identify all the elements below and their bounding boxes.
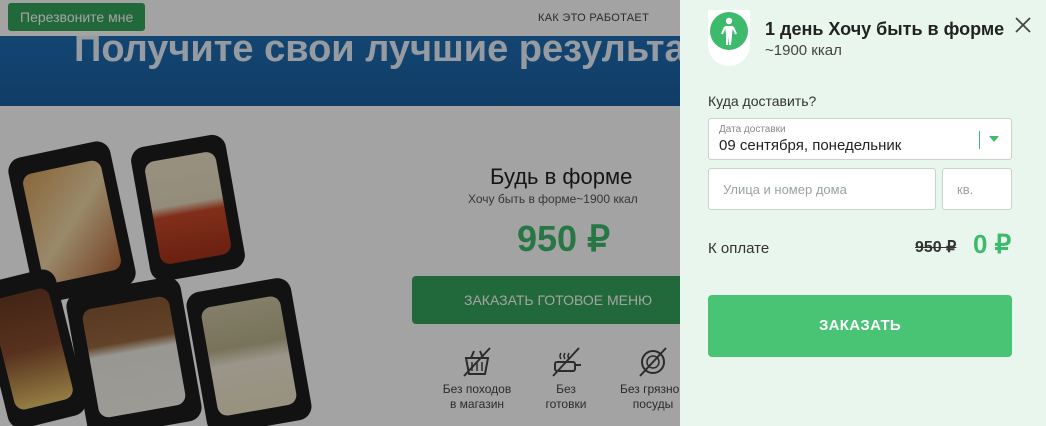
modal-overlay[interactable]	[0, 0, 680, 426]
order-button[interactable]: ЗАКАЗАТЬ	[708, 295, 1012, 357]
panel-kcal: ~1900 ккал	[765, 42, 842, 59]
select-separator	[979, 131, 980, 149]
delivery-date-select[interactable]: Дата доставки 09 сентября, понедельник	[708, 118, 1012, 160]
order-side-panel: 1 день Хочу быть в форме ~1900 ккал Куда…	[680, 0, 1046, 426]
old-price: 950 ₽	[915, 239, 957, 256]
apartment-input[interactable]	[942, 168, 1012, 210]
payment-label: К оплате	[708, 240, 770, 257]
chevron-down-icon[interactable]	[989, 136, 999, 142]
delivery-date-value: 09 сентября, понедельник	[719, 137, 902, 154]
delivery-where-label: Куда доставить?	[708, 93, 817, 109]
person-icon	[721, 17, 737, 45]
street-address-input[interactable]	[708, 168, 936, 210]
new-price: 0 ₽	[973, 229, 1012, 259]
close-icon[interactable]	[1012, 14, 1034, 36]
delivery-date-caption: Дата доставки	[719, 124, 786, 135]
menu-avatar	[708, 10, 750, 66]
panel-title: 1 день Хочу быть в форме	[765, 19, 1005, 39]
